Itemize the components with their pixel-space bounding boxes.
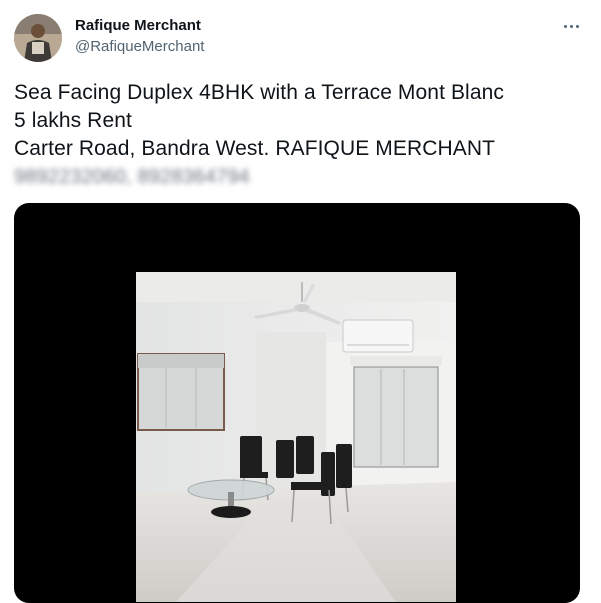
tweet-line: Carter Road, Bandra West. RAFIQUE MERCHA…	[14, 137, 496, 160]
tweet-text: Sea Facing Duplex 4BHK with a Terrace Mo…	[14, 79, 589, 191]
tweet-line: 5 lakhs Rent	[14, 109, 132, 132]
author-name[interactable]: Rafique Merchant	[75, 17, 201, 34]
avatar[interactable]	[14, 14, 62, 62]
tweet-media[interactable]	[14, 203, 580, 603]
more-icon[interactable]	[556, 14, 586, 38]
blurred-phone-numbers: 9892232060, 8928364794	[14, 166, 250, 188]
room-photo	[136, 272, 456, 602]
author-handle[interactable]: @RafiqueMerchant	[75, 38, 204, 55]
tweet[interactable]: Rafique Merchant @RafiqueMerchant Sea Fa…	[0, 0, 601, 603]
avatar-image	[14, 14, 62, 62]
tweet-line: Sea Facing Duplex 4BHK with a Terrace Mo…	[14, 81, 504, 104]
